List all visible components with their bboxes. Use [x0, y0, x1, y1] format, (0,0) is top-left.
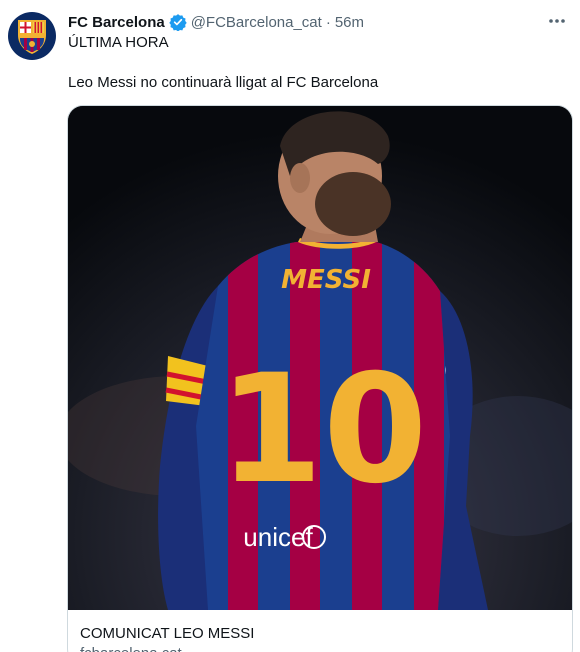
shirt-number: 10	[219, 343, 428, 517]
fc-barcelona-crest-icon	[18, 20, 46, 54]
tweet-text-headline: ÚLTIMA HORA	[68, 34, 169, 51]
card-image: MESSI 10 unicef	[68, 106, 572, 610]
card-title: COMUNICAT LEO MESSI	[80, 625, 255, 642]
separator-dot: ·	[325, 13, 331, 31]
card-domain: fcbarcelona.cat	[80, 644, 182, 652]
author-name[interactable]: FC Barcelona	[68, 14, 165, 31]
author-handle[interactable]: @FCBarcelona_cat	[191, 14, 322, 31]
avatar[interactable]	[8, 12, 56, 60]
more-options-icon[interactable]	[544, 10, 570, 32]
tweet-text-body: Leo Messi no continuarà lligat al FC Bar…	[68, 74, 379, 91]
tweet-header: FC Barcelona @FCBarcelona_cat · 56m	[68, 12, 572, 32]
tweet-timestamp[interactable]: 56m	[335, 14, 364, 31]
shirt-name: MESSI	[281, 265, 371, 295]
link-card[interactable]: MESSI 10 unicef COMUNICAT LEO MESSI fcba…	[67, 105, 573, 652]
verified-badge-icon	[169, 13, 187, 31]
